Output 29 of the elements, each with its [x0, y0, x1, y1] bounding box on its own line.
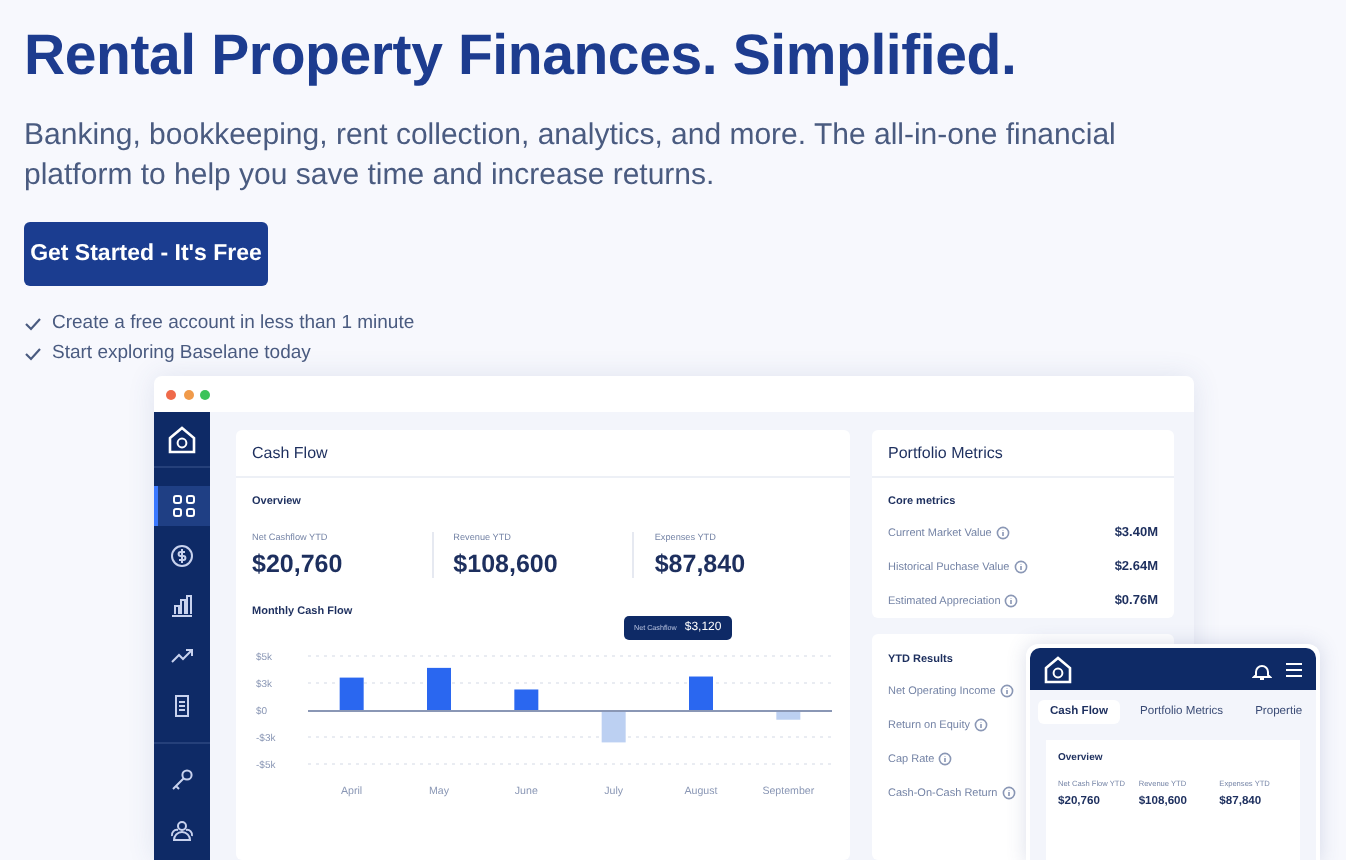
menu-icon[interactable]	[1284, 659, 1304, 679]
house-icon	[1042, 653, 1074, 685]
sidebar-item[interactable]	[154, 486, 210, 526]
check-text: Start exploring Baselane today	[52, 342, 311, 364]
get-started-button[interactable]: Get Started - It's Free	[24, 222, 268, 286]
key-icon	[168, 765, 196, 794]
info-icon[interactable]	[1001, 786, 1016, 800]
info-icon[interactable]	[999, 684, 1014, 698]
people-icon	[168, 815, 196, 844]
subtitle: Banking, bookkeeping, rent collection, analytics, and more. The all-in-one financial platform to help you save time and increase returns.	[24, 116, 1118, 196]
window-dot	[166, 389, 176, 399]
grid-icon	[170, 491, 198, 520]
window-dot	[183, 389, 193, 399]
page-heading: Rental Property Finances. Simplified.	[24, 24, 1019, 90]
info-icon[interactable]	[995, 526, 1010, 540]
info-icon[interactable]	[1004, 594, 1019, 608]
stat-value: $108,600	[453, 550, 560, 578]
card-title: Portfolio Metrics	[872, 430, 1174, 478]
window-dot	[200, 389, 210, 399]
info-icon[interactable]	[938, 752, 953, 766]
house-icon	[166, 423, 198, 456]
stat-value: $87,840	[654, 550, 748, 578]
info-icon[interactable]	[1013, 560, 1028, 574]
check-text: Create a free account in less than 1 minute	[52, 312, 415, 334]
info-icon[interactable]	[973, 718, 988, 732]
dollar-icon	[168, 541, 196, 570]
card-title: Cash Flow	[236, 430, 850, 478]
bar-chart-icon	[168, 591, 196, 620]
stat-value: $20,760	[252, 550, 345, 578]
